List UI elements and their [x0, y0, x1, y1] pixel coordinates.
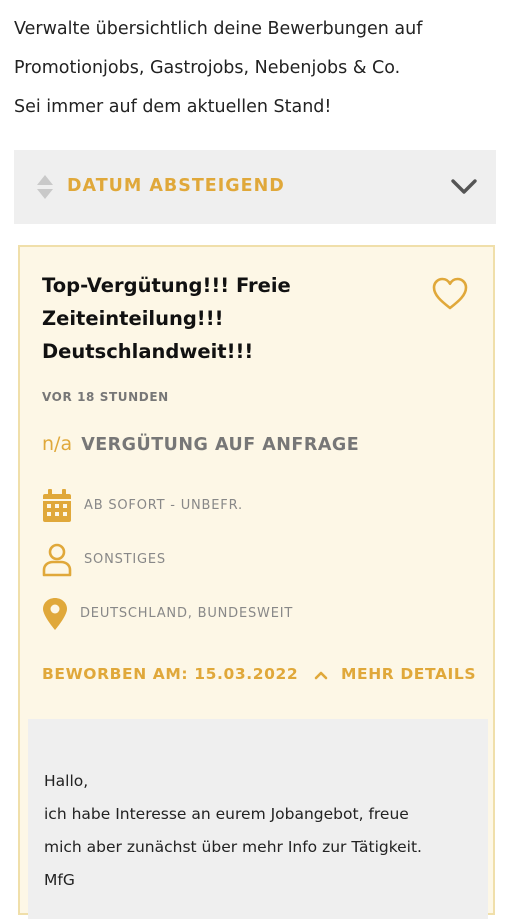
message-line: MfG: [44, 871, 75, 889]
intro-text: Verwalte übersichtlich deine Bewerbungen…: [14, 10, 494, 127]
applied-toggle[interactable]: BEWORBEN AM: 15.03.2022: [42, 665, 328, 684]
location-pin-icon: [43, 598, 67, 630]
start-date-text: AB SOFORT - UNBEFR.: [84, 498, 243, 513]
category-text: SONSTIGES: [84, 552, 166, 567]
location-text: DEUTSCHLAND, BUNDESWEIT: [80, 606, 294, 621]
message-line: Hallo,: [44, 772, 89, 790]
job-title-line: Top-Vergütung!!! Freie: [42, 274, 291, 297]
message-line: ich habe Interesse an eurem Jobangebot, …: [44, 805, 409, 823]
salary-description: VERGÜTUNG AUF ANFRAGE: [81, 435, 360, 455]
person-icon: [42, 543, 72, 577]
message-text: Hallo, ich habe Interesse an eurem Joban…: [44, 765, 422, 897]
job-application-card: Top-Vergütung!!! Freie Zeiteinteilung!!!…: [18, 245, 495, 919]
card-actions: BEWORBEN AM: 15.03.2022 MEHR DETAILS: [42, 665, 476, 689]
intro-line: Verwalte übersichtlich deine Bewerbungen…: [14, 19, 423, 39]
job-title-line: Zeiteinteilung!!!: [42, 307, 224, 330]
intro-line: Promotionjobs, Gastrojobs, Nebenjobs & C…: [14, 58, 401, 78]
intro-line: Sei immer auf dem aktuellen Stand!: [14, 97, 332, 117]
sort-arrows-icon: [36, 174, 54, 200]
posted-time: VOR 18 STUNDEN: [42, 390, 169, 404]
calendar-icon: [43, 489, 71, 522]
chevron-up-icon: [314, 666, 328, 684]
job-title-line: Deutschlandweit!!!: [42, 340, 254, 363]
application-message: Hallo, ich habe Interesse an eurem Joban…: [28, 719, 488, 919]
applied-date-label: BEWORBEN AM: 15.03.2022: [42, 665, 299, 683]
message-line: mich aber zunächst über mehr Info zur Tä…: [44, 838, 422, 856]
heart-outline-icon[interactable]: [432, 277, 468, 311]
sort-dropdown[interactable]: DATUM ABSTEIGEND: [14, 150, 496, 224]
salary: n/a VERGÜTUNG AUF ANFRAGE: [42, 433, 359, 455]
salary-amount: n/a: [42, 433, 73, 455]
chevron-down-icon[interactable]: [450, 177, 478, 197]
sort-label: DATUM ABSTEIGEND: [67, 176, 285, 196]
job-title[interactable]: Top-Vergütung!!! Freie Zeiteinteilung!!!…: [42, 269, 412, 368]
more-details-link[interactable]: MEHR DETAILS: [341, 665, 476, 683]
